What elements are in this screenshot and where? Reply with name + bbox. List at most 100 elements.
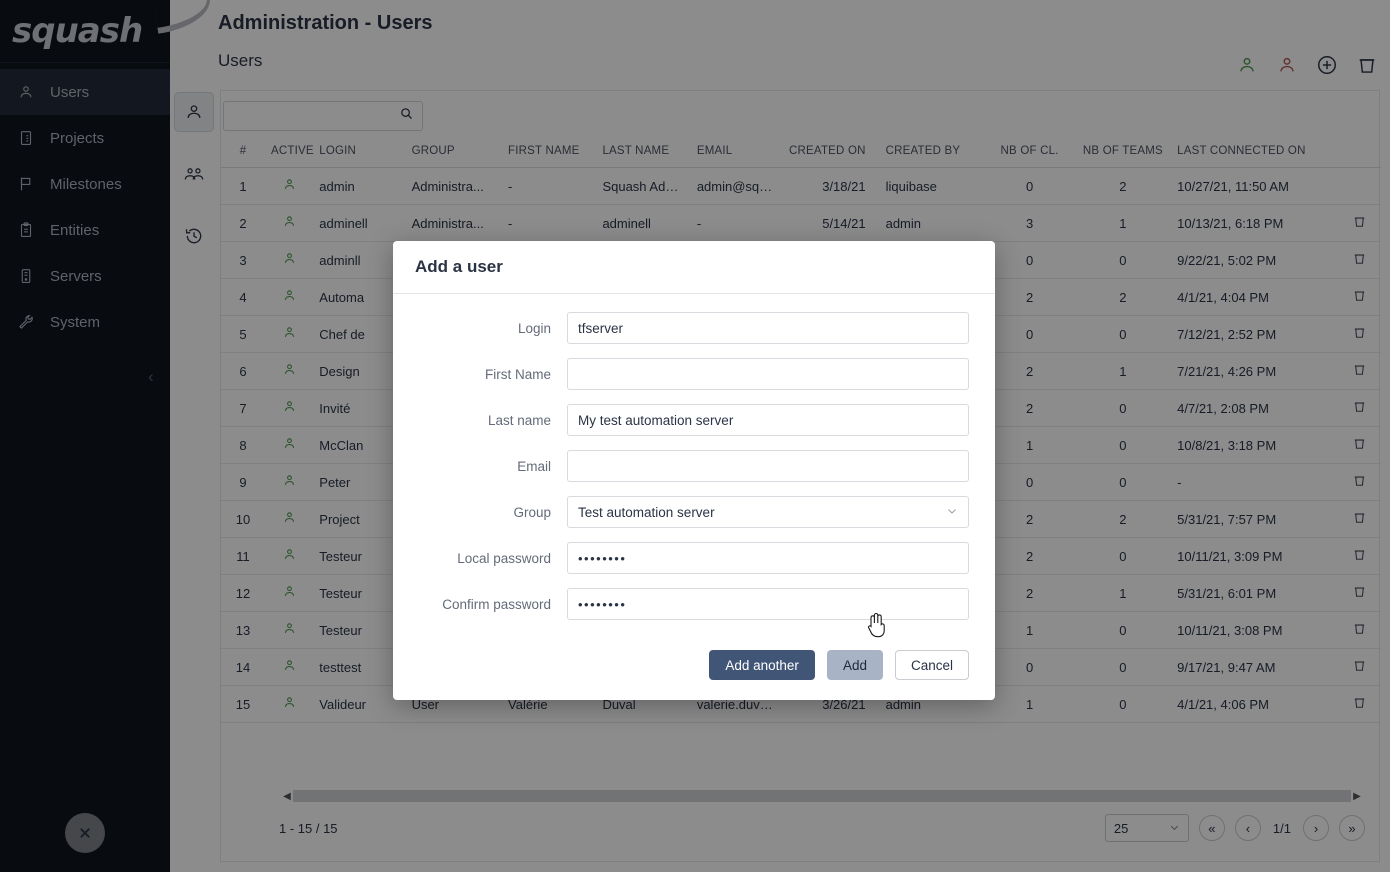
delete-row-cell[interactable] xyxy=(1339,649,1381,686)
label-email: Email xyxy=(419,459,567,474)
table-footer: 1 - 15 / 15 25 « ‹ 1/1 › » xyxy=(221,813,1379,843)
cancel-button[interactable]: Cancel xyxy=(895,650,969,680)
input-confirm-password[interactable]: •••••••• xyxy=(567,588,969,620)
trash-icon[interactable] xyxy=(1352,365,1367,380)
trash-icon[interactable] xyxy=(1352,402,1367,417)
col-nb-teams[interactable]: NB OF TEAMS xyxy=(1075,137,1171,168)
trash-icon[interactable] xyxy=(1352,439,1367,454)
col-email[interactable]: EMAIL xyxy=(691,137,779,168)
scroll-left-arrow-icon[interactable]: ◀ xyxy=(281,791,293,802)
col-created-on[interactable]: CREATED ON xyxy=(779,137,880,168)
cell-login: McClan xyxy=(313,427,405,464)
cell-nb-cl: 2 xyxy=(984,390,1074,427)
col-created-by[interactable]: CREATED BY xyxy=(880,137,985,168)
delete-users-icon[interactable] xyxy=(1356,54,1378,81)
input-local-password[interactable]: •••••••• xyxy=(567,542,969,574)
horizontal-scrollbar[interactable]: ◀ ▶ xyxy=(281,789,1363,803)
cell-nb-teams: 2 xyxy=(1075,501,1171,538)
delete-row-cell[interactable] xyxy=(1339,205,1381,242)
trash-icon[interactable] xyxy=(1352,291,1367,306)
add-user-icon[interactable] xyxy=(1316,54,1338,81)
input-first-name[interactable] xyxy=(567,358,969,390)
rail-teams-icon[interactable] xyxy=(174,154,214,194)
col-last-connected[interactable]: LAST CONNECTED ON xyxy=(1171,137,1339,168)
col-login[interactable]: LOGIN xyxy=(313,137,405,168)
add-another-button[interactable]: Add another xyxy=(709,650,815,680)
cell-login: Project xyxy=(313,501,405,538)
delete-row-cell[interactable] xyxy=(1339,575,1381,612)
cell-num: 1 xyxy=(221,168,265,205)
input-group[interactable]: Test automation server xyxy=(567,496,969,528)
trash-icon[interactable] xyxy=(1352,217,1367,232)
sidebar-nav: UsersProjectsMilestonesEntitiesServersSy… xyxy=(0,69,170,345)
last-page-button[interactable]: » xyxy=(1339,815,1365,841)
trash-icon[interactable] xyxy=(1352,698,1367,713)
add-button[interactable]: Add xyxy=(827,650,883,680)
cell-last-connected: 7/21/21, 4:26 PM xyxy=(1171,353,1339,390)
search-input[interactable] xyxy=(215,102,399,130)
delete-row-cell[interactable] xyxy=(1339,427,1381,464)
delete-row-cell[interactable] xyxy=(1339,464,1381,501)
search-box[interactable] xyxy=(223,101,423,131)
sidebar-item-servers[interactable]: Servers xyxy=(0,253,170,299)
input-login[interactable]: tfserver xyxy=(567,312,969,344)
next-page-button[interactable]: › xyxy=(1303,815,1329,841)
sidebar-item-projects[interactable]: Projects xyxy=(0,115,170,161)
prev-page-button[interactable]: ‹ xyxy=(1235,815,1261,841)
header-actions xyxy=(1236,54,1378,81)
search-icon[interactable] xyxy=(399,106,414,126)
rail-history-icon[interactable] xyxy=(174,216,214,256)
col-first[interactable]: FIRST NAME xyxy=(502,137,596,168)
trash-icon[interactable] xyxy=(1352,328,1367,343)
delete-row-cell[interactable] xyxy=(1339,316,1381,353)
col-num[interactable]: # xyxy=(221,137,265,168)
page-size-select[interactable]: 25 xyxy=(1105,814,1189,842)
table-row[interactable]: 2adminellAdministra...-adminell-5/14/21a… xyxy=(221,205,1381,242)
trash-icon[interactable] xyxy=(1352,624,1367,639)
scroll-right-arrow-icon[interactable]: ▶ xyxy=(1351,791,1363,802)
app-logo[interactable]: squash xyxy=(0,0,170,62)
cell-login: adminell xyxy=(313,205,405,242)
scrollbar-track[interactable] xyxy=(293,790,1351,802)
trash-icon[interactable] xyxy=(1352,254,1367,269)
input-last-name[interactable]: My test automation server xyxy=(567,404,969,436)
cell-nb-teams: 0 xyxy=(1075,649,1171,686)
table-row[interactable]: 1adminAdministra...-Squash Adm...admin@s… xyxy=(221,168,1381,205)
delete-row-cell[interactable] xyxy=(1339,612,1381,649)
trash-icon[interactable] xyxy=(1352,550,1367,565)
col-active[interactable]: ACTIVE xyxy=(265,137,313,168)
cell-created-by: liquibase xyxy=(880,168,985,205)
col-nb-cl[interactable]: NB OF CL. xyxy=(984,137,1074,168)
delete-row-cell[interactable] xyxy=(1339,501,1381,538)
delete-row-cell[interactable] xyxy=(1339,242,1381,279)
trash-icon[interactable] xyxy=(1352,661,1367,676)
delete-row-cell[interactable] xyxy=(1339,390,1381,427)
cell-last-name: Squash Adm... xyxy=(596,168,690,205)
user-icon xyxy=(16,83,36,101)
sidebar-item-entities[interactable]: Entities xyxy=(0,207,170,253)
rail-users-icon[interactable] xyxy=(174,92,214,132)
cell-login: Testeur xyxy=(313,612,405,649)
delete-row-cell[interactable] xyxy=(1339,279,1381,316)
sidebar-item-users[interactable]: Users xyxy=(0,69,170,115)
chevron-left-icon[interactable]: ‹ xyxy=(148,366,166,388)
input-email[interactable] xyxy=(567,450,969,482)
delete-row-cell[interactable] xyxy=(1339,353,1381,390)
trash-icon[interactable] xyxy=(1352,587,1367,602)
col-last[interactable]: LAST NAME xyxy=(596,137,690,168)
trash-icon[interactable] xyxy=(1352,513,1367,528)
field-row-local-password: Local password•••••••• xyxy=(419,542,969,574)
sidebar-item-milestones[interactable]: Milestones xyxy=(0,161,170,207)
sidebar-item-system[interactable]: System xyxy=(0,299,170,345)
trash-icon[interactable] xyxy=(1352,476,1367,491)
col-group[interactable]: GROUP xyxy=(406,137,502,168)
delete-row-cell[interactable] xyxy=(1339,538,1381,575)
cell-nb-cl: 0 xyxy=(984,242,1074,279)
active-status-icon xyxy=(265,538,313,575)
first-page-button[interactable]: « xyxy=(1199,815,1225,841)
sidebar: squash UsersProjectsMilestonesEntitiesSe… xyxy=(0,0,170,872)
close-icon[interactable] xyxy=(65,813,105,853)
active-users-icon[interactable] xyxy=(1236,54,1258,81)
delete-row-cell[interactable] xyxy=(1339,686,1381,723)
inactive-users-icon[interactable] xyxy=(1276,54,1298,81)
